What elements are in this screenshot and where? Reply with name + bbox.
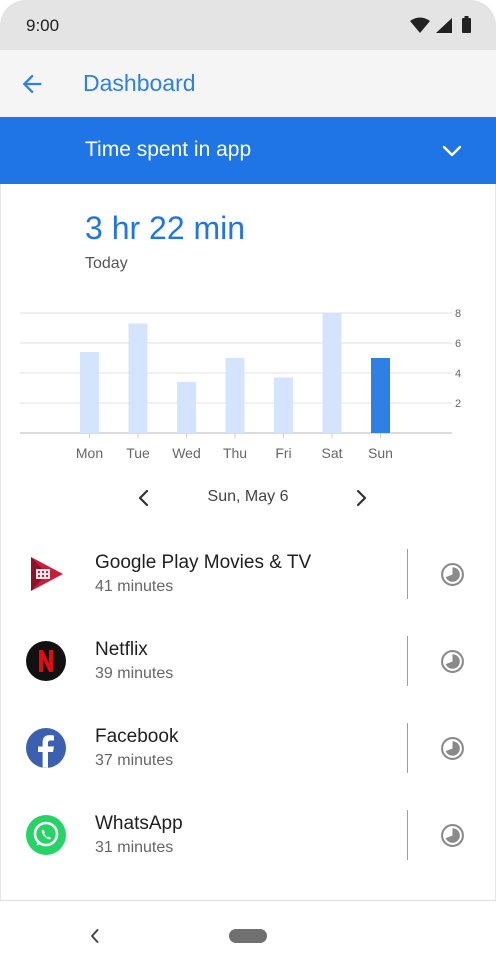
- status-bar: 9:00: [0, 0, 496, 50]
- row-divider: [407, 549, 408, 599]
- bar-sat[interactable]: [322, 313, 342, 433]
- x-tick-label: Fri: [275, 445, 291, 461]
- y-tick-label: 8: [455, 308, 461, 320]
- row-divider: [407, 810, 408, 860]
- app-usage-time: 41 minutes: [95, 578, 174, 595]
- status-icons: [410, 16, 471, 33]
- app-name: Google Play Movies & TV: [95, 552, 312, 573]
- list-item-google-play-movies[interactable]: Google Play Movies & TV 41 minutes: [0, 535, 496, 622]
- status-time: 9:00: [26, 16, 60, 35]
- app-name: WhatsApp: [95, 813, 183, 834]
- app-name: Netflix: [95, 639, 148, 660]
- list-item-whatsapp[interactable]: WhatsApp 31 minutes: [0, 796, 496, 883]
- y-tick-label: 6: [455, 338, 461, 350]
- facebook-icon: [26, 728, 66, 768]
- system-nav-bar: [0, 900, 496, 966]
- google-play-movies-icon: [31, 557, 63, 591]
- battery-icon: [462, 16, 471, 33]
- phone-screen: 9:00 Dashboard Time spent in app 3 hr 22…: [0, 0, 496, 966]
- app-usage-time: 39 minutes: [95, 665, 174, 682]
- x-tick-label: Tue: [126, 445, 150, 461]
- row-divider: [407, 723, 408, 773]
- x-tick-label: Thu: [223, 445, 247, 461]
- metric-selector-label: Time spent in app: [85, 138, 252, 161]
- bar-fri[interactable]: [274, 377, 293, 434]
- app-timer-icon[interactable]: [440, 649, 465, 674]
- app-timer-icon[interactable]: [440, 823, 465, 848]
- total-usage-time: 3 hr 22 min: [85, 210, 246, 246]
- x-tick-label: Sat: [321, 445, 342, 461]
- y-tick-label: 4: [455, 368, 461, 380]
- signal-icon: [436, 18, 452, 33]
- bar-mon[interactable]: [80, 352, 99, 433]
- chevron-down-icon[interactable]: [440, 139, 464, 163]
- y-tick-label: 2: [455, 398, 461, 410]
- whatsapp-icon: [26, 815, 66, 855]
- app-name: Facebook: [95, 726, 179, 747]
- netflix-icon: [26, 641, 66, 681]
- bar-sun[interactable]: [371, 358, 390, 433]
- app-bar: Dashboard: [0, 50, 496, 117]
- arrow-back-icon[interactable]: [18, 70, 46, 98]
- app-usage-time: 37 minutes: [95, 752, 174, 769]
- page-title: Dashboard: [83, 70, 196, 96]
- nav-back-icon[interactable]: [86, 925, 104, 947]
- usage-period-label: Today: [85, 255, 128, 272]
- wifi-icon: [410, 17, 430, 33]
- app-usage-time: 31 minutes: [95, 839, 174, 856]
- app-timer-icon[interactable]: [440, 736, 465, 761]
- row-divider: [407, 636, 408, 686]
- date-label: Sun, May 6: [207, 488, 289, 505]
- x-tick-label: Wed: [172, 445, 201, 461]
- usage-bar-chart: 2 4 6 8 Mon Tue Wed Thu Fri Sat Sun: [20, 308, 461, 461]
- list-item-netflix[interactable]: Netflix 39 minutes: [0, 622, 496, 709]
- bar-tue[interactable]: [128, 323, 148, 434]
- bar-wed[interactable]: [177, 382, 196, 433]
- x-tick-label: Sun: [368, 445, 393, 461]
- metric-selector[interactable]: Time spent in app: [0, 117, 496, 184]
- x-tick-label: Mon: [76, 445, 103, 461]
- home-pill-icon[interactable]: [229, 929, 267, 943]
- bar-thu[interactable]: [225, 358, 245, 433]
- date-navigator: Sun, May 6: [0, 485, 496, 513]
- app-timer-icon[interactable]: [440, 562, 465, 587]
- list-item-facebook[interactable]: Facebook 37 minutes: [0, 709, 496, 796]
- chevron-right-icon[interactable]: [350, 485, 372, 511]
